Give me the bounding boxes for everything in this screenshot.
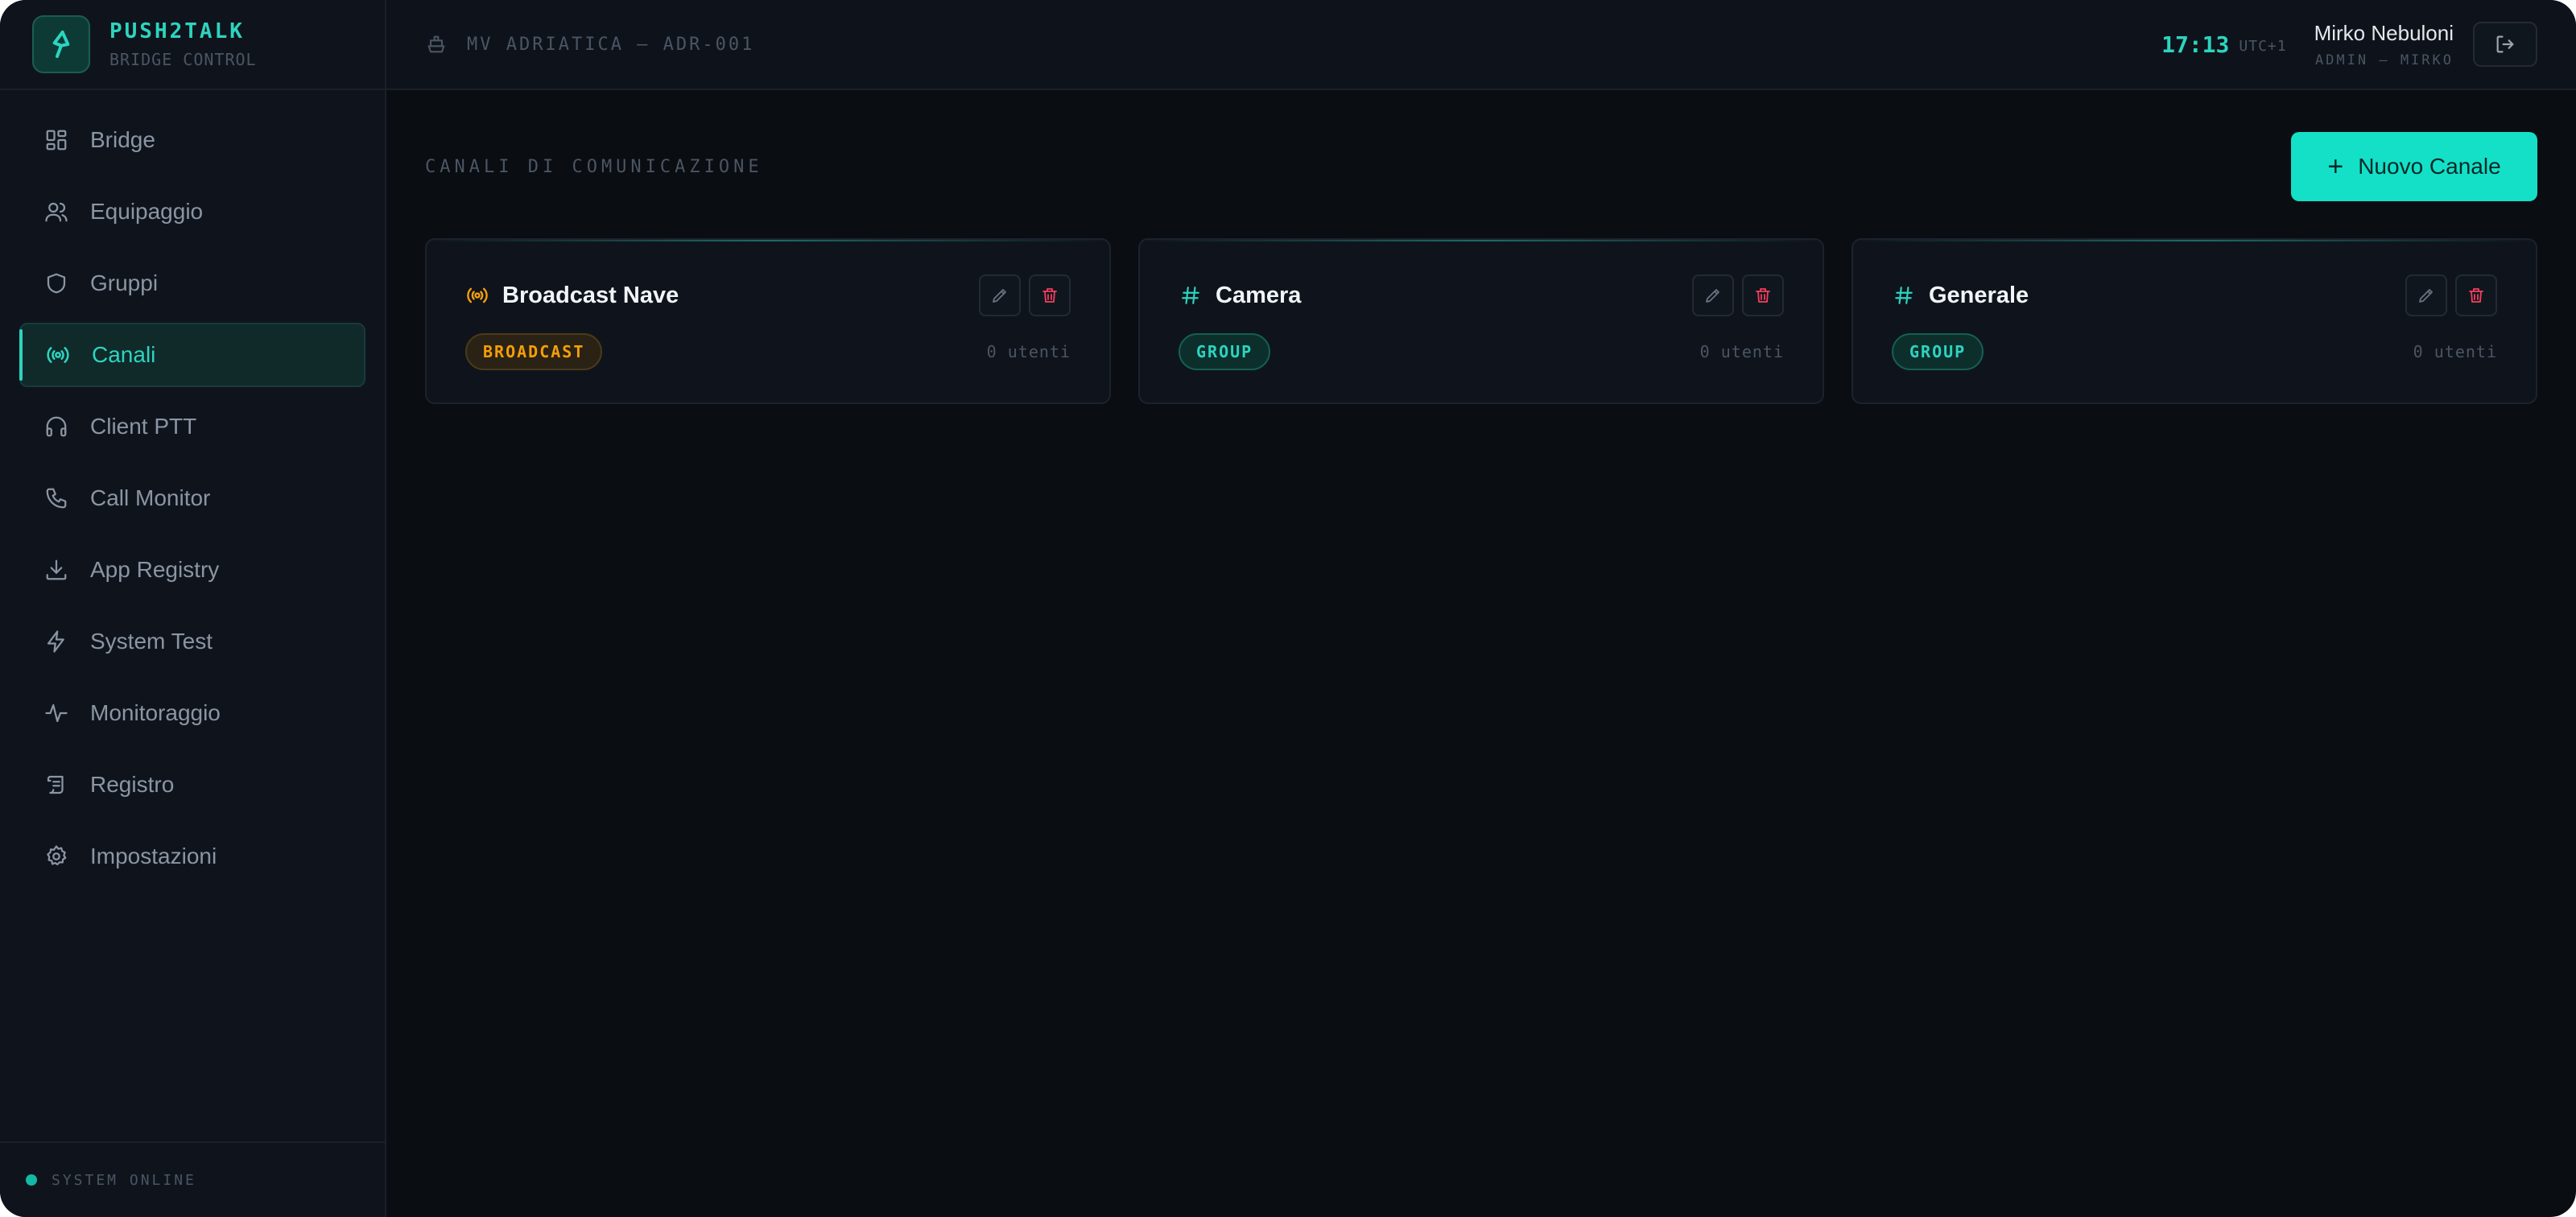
headphones-icon: [42, 412, 71, 441]
sidebar-item-label: Registro: [90, 772, 175, 797]
app-window: PUSH2TALK BRIDGE CONTROL Bridge Equipagg…: [0, 0, 2576, 1217]
user-name: Mirko Nebuloni: [2314, 20, 2454, 45]
sidebar-item-canali[interactable]: Canali: [19, 323, 365, 387]
sidebar-item-gruppi[interactable]: Gruppi: [19, 251, 365, 316]
vessel-name: MV ADRIATICA — ADR-001: [467, 34, 755, 55]
scroll-icon: [42, 770, 71, 799]
channel-name: Generale: [1929, 282, 2029, 308]
channel-name: Camera: [1216, 282, 1302, 308]
main-area: MV ADRIATICA — ADR-001 17:13 UTC+1 Mirko…: [386, 0, 2576, 1217]
users-icon: [42, 197, 71, 226]
sidebar-item-call-monitor[interactable]: Call Monitor: [19, 466, 365, 530]
sidebar-item-label: Bridge: [90, 127, 155, 152]
channel-type-badge: GROUP: [1179, 333, 1271, 370]
trash-icon: [2469, 288, 2483, 303]
channel-users-count: 0 utenti: [1699, 342, 1784, 361]
pencil-icon: [2419, 289, 2433, 303]
channel-card[interactable]: Camera GROUP 0 utenti: [1138, 238, 1824, 404]
dashboard-icon: [42, 126, 71, 155]
brand-title: PUSH2TALK: [109, 19, 245, 43]
brand-subtitle: BRIDGE CONTROL: [109, 50, 257, 69]
activity-icon: [42, 699, 71, 728]
sidebar-item-label: App Registry: [90, 557, 220, 582]
new-channel-label: Nuovo Canale: [2358, 154, 2501, 179]
sidebar-nav: Bridge Equipaggio Gruppi Canali Client P…: [0, 90, 385, 889]
pencil-icon: [1706, 289, 1719, 303]
bolt-icon: [42, 627, 71, 656]
channel-type-badge: GROUP: [1892, 333, 1984, 370]
sidebar-item-bridge[interactable]: Bridge: [19, 108, 365, 172]
edit-button[interactable]: [979, 274, 1021, 316]
edit-button[interactable]: [2405, 274, 2447, 316]
sidebar-item-registro[interactable]: Registro: [19, 753, 365, 817]
gear-icon: [42, 842, 71, 871]
vessel-info: MV ADRIATICA — ADR-001: [425, 33, 754, 56]
sidebar-item-label: System Test: [90, 629, 213, 654]
delete-button[interactable]: [1742, 274, 1784, 316]
logout-button[interactable]: [2473, 22, 2537, 67]
ship-icon: [425, 33, 448, 56]
section-title: CANALI DI COMUNICAZIONE: [425, 156, 763, 177]
shield-icon: [42, 269, 71, 298]
sidebar-item-client-ptt[interactable]: Client PTT: [19, 394, 365, 459]
channel-type-badge: BROADCAST: [465, 333, 603, 370]
sidebar-item-label: Monitoraggio: [90, 700, 221, 725]
channel-card[interactable]: Broadcast Nave BROADCAST 0 utenti: [425, 238, 1111, 404]
radio-icon: [465, 283, 489, 307]
download-icon: [42, 555, 71, 584]
channel-list: Broadcast Nave BROADCAST 0 utenti Camera…: [425, 238, 2537, 404]
timezone: UTC+1: [2239, 37, 2287, 55]
plus-icon: +: [2327, 151, 2344, 182]
topbar: MV ADRIATICA — ADR-001 17:13 UTC+1 Mirko…: [386, 0, 2576, 90]
hash-icon: [1179, 285, 1203, 306]
sidebar-item-label: Client PTT: [90, 414, 197, 439]
sidebar: PUSH2TALK BRIDGE CONTROL Bridge Equipagg…: [0, 0, 386, 1217]
radio-icon: [43, 340, 72, 369]
logo-icon: [32, 15, 90, 73]
user-role: ADMIN — MIRKO: [2314, 52, 2454, 68]
trash-icon: [1756, 288, 1770, 303]
channel-users-count: 0 utenti: [2413, 342, 2497, 361]
status-dot-icon: [26, 1174, 37, 1186]
status-text: SYSTEM ONLINE: [52, 1171, 196, 1189]
trash-icon: [1042, 288, 1057, 303]
pencil-icon: [993, 289, 1006, 303]
sidebar-item-system-test[interactable]: System Test: [19, 609, 365, 674]
brand: PUSH2TALK BRIDGE CONTROL: [0, 0, 385, 90]
channel-users-count: 0 utenti: [986, 342, 1071, 361]
sidebar-item-label: Canali: [92, 342, 156, 367]
hash-icon: [1892, 285, 1916, 306]
sidebar-item-label: Call Monitor: [90, 485, 211, 510]
sidebar-item-label: Equipaggio: [90, 199, 204, 224]
sidebar-item-impostazioni[interactable]: Impostazioni: [19, 824, 365, 889]
new-channel-button[interactable]: + Nuovo Canale: [2291, 132, 2537, 201]
system-status: SYSTEM ONLINE: [0, 1141, 385, 1217]
clock: 17:13: [2161, 31, 2230, 58]
sidebar-item-app-registry[interactable]: App Registry: [19, 538, 365, 602]
logout-icon: [2496, 35, 2514, 53]
delete-button[interactable]: [1029, 274, 1071, 316]
channel-name: Broadcast Nave: [502, 282, 679, 308]
sidebar-item-label: Gruppi: [90, 270, 159, 295]
sidebar-item-equipaggio[interactable]: Equipaggio: [19, 179, 365, 244]
edit-button[interactable]: [1692, 274, 1734, 316]
phone-icon: [42, 484, 71, 513]
channels-section: CANALI DI COMUNICAZIONE + Nuovo Canale B…: [386, 90, 2576, 443]
sidebar-item-label: Impostazioni: [90, 844, 217, 868]
user-info: Mirko Nebuloni ADMIN — MIRKO: [2314, 21, 2454, 68]
sidebar-item-monitoraggio[interactable]: Monitoraggio: [19, 681, 365, 745]
channel-card[interactable]: Generale GROUP 0 utenti: [1852, 238, 2537, 404]
delete-button[interactable]: [2455, 274, 2497, 316]
